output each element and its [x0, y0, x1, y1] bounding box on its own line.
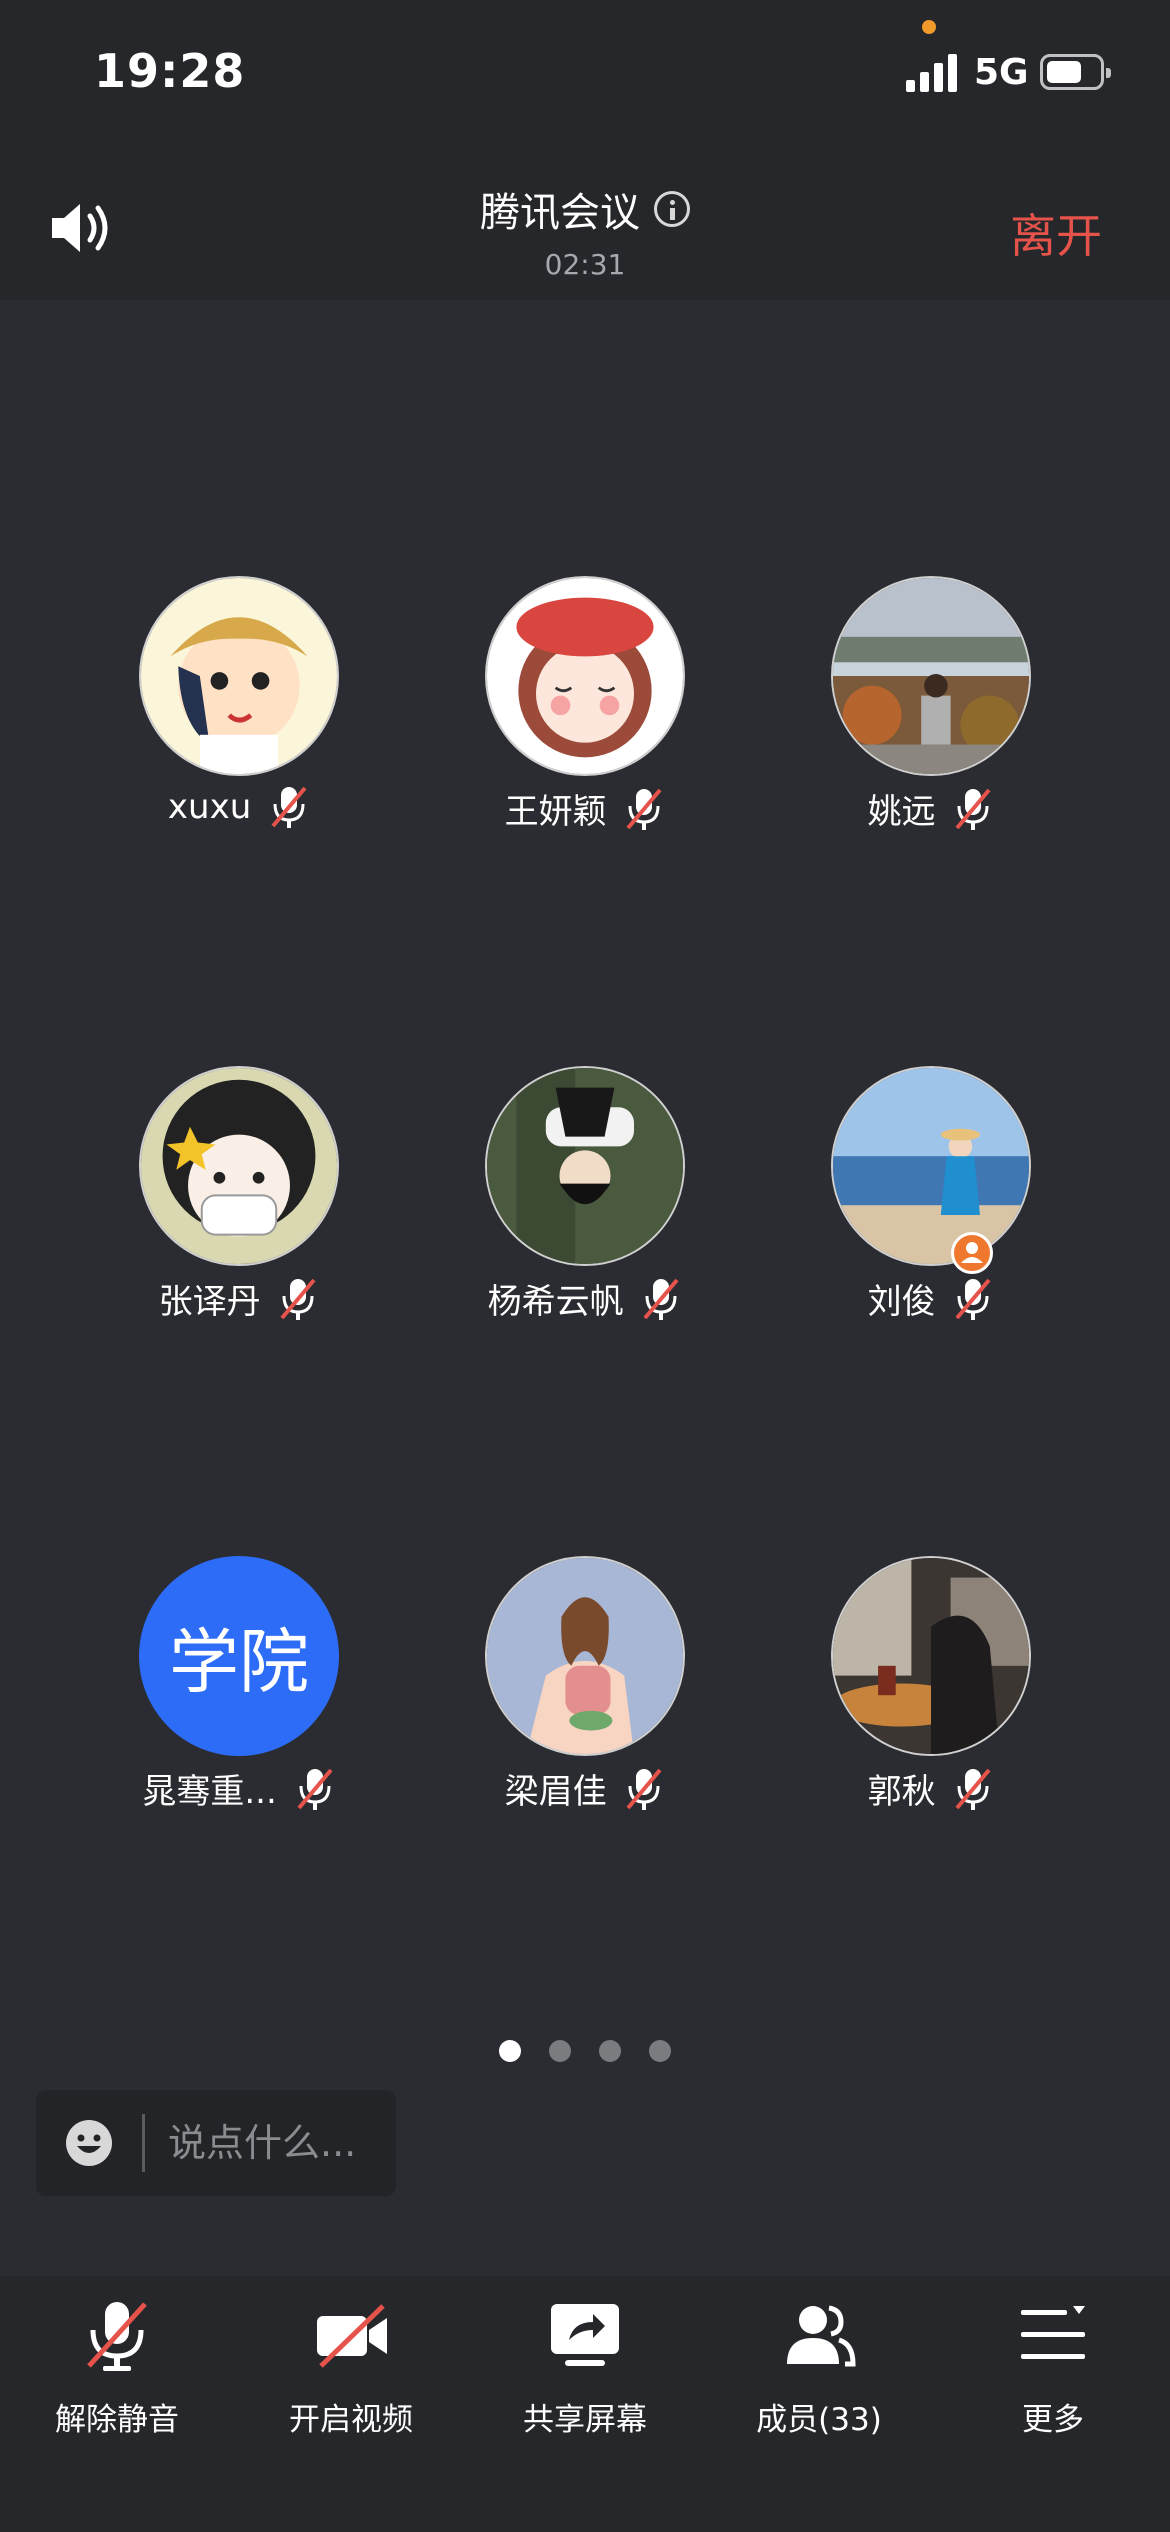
mic-muted-icon — [626, 788, 662, 830]
page-dot-1[interactable] — [499, 2040, 521, 2062]
participant-name-row: 梁眉佳 — [435, 1764, 735, 1813]
page-dot-2[interactable] — [549, 2040, 571, 2062]
participant-name: 晁骞重... — [142, 1772, 277, 1812]
battery-icon — [1040, 54, 1111, 90]
participant-name-row: 姚远 — [781, 784, 1081, 833]
participant-name: 梁眉佳 — [504, 1772, 607, 1812]
status-bar: 19:28 5G — [0, 0, 1170, 150]
avatar — [485, 576, 685, 776]
avatar — [831, 1066, 1031, 1266]
participant-grid: xuxu 王妍颖 姚远 张译丹 杨希云帆 刘俊 学院 晁骞重... 梁眉佳 郭秋 — [0, 300, 1170, 2020]
avatar — [485, 1556, 685, 1756]
tool-label: 解除静音 — [55, 2402, 179, 2438]
privacy-indicator-dot — [922, 20, 936, 34]
participant-tile[interactable]: 梁眉佳 — [435, 1556, 735, 1856]
avatar — [831, 1556, 1031, 1756]
chat-box[interactable] — [36, 2090, 396, 2196]
mic-muted-icon — [955, 788, 991, 830]
tool-label: 共享屏幕 — [523, 2402, 647, 2438]
avatar — [831, 576, 1031, 776]
participant-name-row: xuxu — [89, 784, 389, 830]
page-indicator[interactable] — [0, 2040, 1170, 2066]
chat-input[interactable] — [168, 2118, 388, 2168]
more-icon — [1021, 2306, 1085, 2359]
bottom-toolbar: 解除静音 开启视频 共享屏幕 成员(33) 更多 — [0, 2276, 1170, 2532]
meeting-title-wrap: 腾讯会议 — [0, 180, 1170, 238]
members-button[interactable]: 成员(33) — [702, 2296, 936, 2496]
participant-tile[interactable]: 郭秋 — [781, 1556, 1081, 1856]
mic-muted-icon — [87, 2302, 147, 2371]
participant-name-row: 刘俊 — [781, 1274, 1081, 1323]
unmute-button[interactable]: 解除静音 — [0, 2296, 234, 2496]
meeting-title: 腾讯会议 — [480, 190, 640, 236]
participant-name: 王妍颖 — [504, 792, 607, 832]
participant-name-row: 晁骞重... — [89, 1764, 389, 1813]
avatar — [139, 576, 339, 776]
participant-name: 刘俊 — [867, 1282, 936, 1322]
participant-tile[interactable]: 张译丹 — [89, 1066, 389, 1366]
page-dot-3[interactable] — [599, 2040, 621, 2062]
network-type: 5G — [974, 52, 1029, 93]
participant-name: 姚远 — [867, 792, 936, 832]
page-dot-4[interactable] — [649, 2040, 671, 2062]
participant-name: 郭秋 — [867, 1772, 936, 1812]
participant-tile[interactable]: 王妍颖 — [435, 576, 735, 876]
mic-muted-icon — [955, 1768, 991, 1810]
participant-name-row: 杨希云帆 — [435, 1274, 735, 1323]
mic-muted-icon — [626, 1768, 662, 1810]
mic-muted-icon — [297, 1768, 333, 1810]
start-video-button[interactable]: 开启视频 — [234, 2296, 468, 2496]
mic-muted-icon — [280, 1278, 316, 1320]
participant-tile[interactable]: 姚远 — [781, 576, 1081, 876]
meeting-timer: 02:31 — [544, 248, 626, 281]
avatar — [139, 1066, 339, 1266]
participant-name: 杨希云帆 — [487, 1282, 624, 1322]
participant-name-row: 王妍颖 — [435, 784, 735, 833]
info-icon[interactable] — [654, 191, 690, 227]
participant-tile[interactable]: xuxu — [89, 576, 389, 876]
mic-muted-icon — [643, 1278, 679, 1320]
mic-muted-icon — [271, 786, 307, 828]
more-button[interactable]: 更多 — [936, 2296, 1170, 2496]
clock: 19:28 — [94, 44, 246, 98]
chat-divider — [142, 2114, 145, 2172]
meeting-header: 腾讯会议 02:31 离开 — [0, 150, 1170, 300]
participant-name: 张译丹 — [158, 1282, 261, 1322]
participant-name-row: 郭秋 — [781, 1764, 1081, 1813]
emoji-icon[interactable] — [64, 2118, 114, 2168]
participant-name: xuxu — [167, 787, 252, 827]
video-off-icon — [317, 2304, 387, 2368]
avatar — [485, 1066, 685, 1266]
participant-tile[interactable]: 学院 晁骞重... — [89, 1556, 389, 1856]
host-badge-icon — [951, 1232, 993, 1274]
mic-muted-icon — [955, 1278, 991, 1320]
avatar-text: 学院 — [139, 1556, 339, 1756]
share-screen-button[interactable]: 共享屏幕 — [468, 2296, 702, 2496]
members-icon — [787, 2305, 856, 2367]
tool-label: 更多 — [1022, 2402, 1084, 2438]
leave-button[interactable]: 离开 — [1010, 200, 1102, 266]
tool-label: 成员(33) — [756, 2402, 882, 2438]
participant-name-row: 张译丹 — [89, 1274, 389, 1323]
participant-tile[interactable]: 刘俊 — [781, 1066, 1081, 1366]
share-screen-icon — [551, 2304, 619, 2366]
tool-label: 开启视频 — [289, 2402, 413, 2438]
participant-tile[interactable]: 杨希云帆 — [435, 1066, 735, 1366]
signal-icon — [906, 54, 957, 92]
